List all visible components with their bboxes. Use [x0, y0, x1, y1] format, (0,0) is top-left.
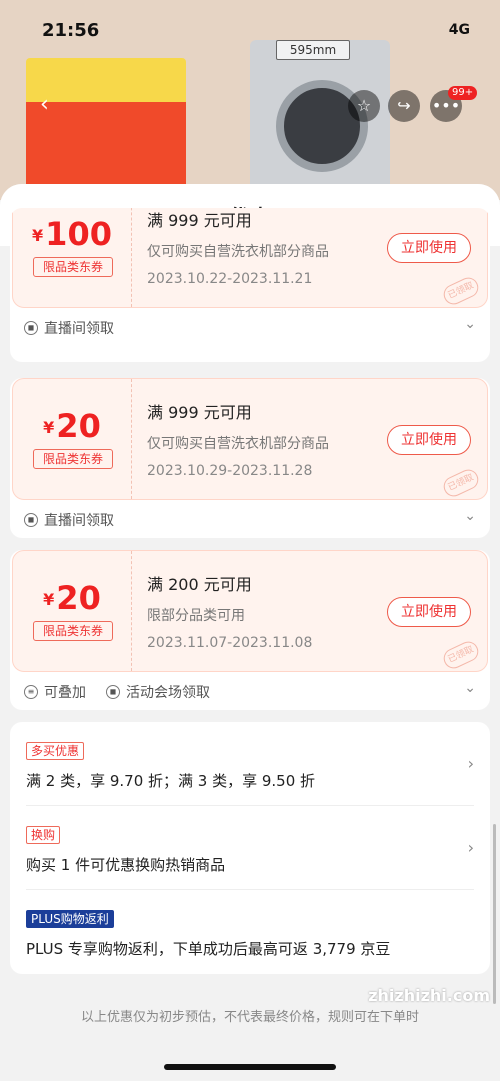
claimed-stamp: 已领取 [440, 638, 482, 672]
coupon-body: ¥100 限品类东券 满 999 元可用 仅可购买自营洗衣机部分商品 2023.… [12, 208, 488, 308]
chevron-down-icon[interactable]: ⌄ [464, 680, 476, 696]
coupon-title: 满 999 元可用 [147, 211, 252, 230]
coupon-date: 2023.10.29-2023.11.28 [147, 463, 313, 479]
coupon-desc: 仅可购买自营洗衣机部分商品 [147, 436, 329, 452]
chevron-right-icon[interactable]: › [468, 754, 474, 773]
chevron-right-icon[interactable]: › [468, 838, 474, 857]
stack-icon: ≡ [24, 685, 38, 699]
home-indicator[interactable] [164, 1064, 336, 1070]
coupon-tag: 限品类东券 [33, 621, 113, 641]
coupon-footer[interactable]: ◼ 直播间领取 ⌄ [10, 308, 490, 346]
favorite-star-icon[interactable]: ☆ [348, 90, 380, 122]
coupon-desc: 限部分品类可用 [147, 608, 245, 624]
discount-sheet: 优惠 × ¥100 限品类东券 满 999 元可用 仅可购买自营洗衣机部分商品 … [0, 184, 500, 1081]
coupon-info: 满 999 元可用 仅可购买自营洗衣机部分商品 2023.10.22-2023.… [147, 208, 329, 287]
promo-tag: PLUS购物返利 [26, 910, 114, 928]
promo-text: 满 2 类，享 9.70 折；满 3 类，享 9.50 折 [26, 772, 316, 790]
coupon-left: ¥20 限品类东券 [13, 379, 131, 499]
use-now-button[interactable]: 立即使用 [387, 425, 471, 455]
coupon-title: 满 200 元可用 [147, 575, 252, 594]
coupon-left: ¥100 限品类东券 [13, 208, 131, 307]
coupon-date: 2023.10.22-2023.11.21 [147, 271, 313, 287]
product-banner: 595mm 21:56 4G ‹ ☆ ↪ ••• 99+ [0, 0, 500, 200]
coupon-amount: ¥20 [43, 407, 101, 445]
promo-text: PLUS 专享购物返利，下单成功后最高可返 3,779 京豆 [26, 940, 391, 958]
chevron-down-icon[interactable]: ⌄ [464, 508, 476, 524]
coupon-left: ¥20 限品类东券 [13, 551, 131, 671]
coupon-card: ¥20 限品类东券 满 999 元可用 仅可购买自营洗衣机部分商品 2023.1… [10, 378, 490, 538]
coupon-card: ¥100 限品类东券 满 999 元可用 仅可购买自营洗衣机部分商品 2023.… [10, 208, 490, 362]
promo-row-exchange[interactable]: 换购 购买 1 件可优惠换购热销商品 › [26, 806, 474, 890]
coupon-info: 满 999 元可用 仅可购买自营洗衣机部分商品 2023.10.29-2023.… [147, 399, 329, 479]
chevron-down-icon[interactable]: ⌄ [464, 316, 476, 332]
disclaimer-text: 以上优惠仅为初步预估，不代表最终价格，规则可在下单时 [80, 1010, 419, 1025]
promotions-card: 多买优惠 满 2 类，享 9.70 折；满 3 类，享 9.50 折 › 换购 … [10, 722, 490, 974]
promo-tag: 多买优惠 [26, 742, 85, 760]
claimed-stamp: 已领取 [440, 466, 482, 500]
coupon-card: ¥20 限品类东券 满 200 元可用 限部分品类可用 2023.11.07-2… [10, 550, 490, 710]
claimed-stamp: 已领取 [440, 274, 482, 308]
promo-row-multi-buy[interactable]: 多买优惠 满 2 类，享 9.70 折；满 3 类，享 9.50 折 › [26, 722, 474, 806]
use-now-button[interactable]: 立即使用 [387, 233, 471, 263]
status-network: 4G [448, 22, 470, 38]
back-arrow-icon[interactable]: ‹ [40, 92, 49, 117]
coupon-body: ¥20 限品类东券 满 200 元可用 限部分品类可用 2023.11.07-2… [12, 550, 488, 672]
coupon-desc: 仅可购买自营洗衣机部分商品 [147, 244, 329, 260]
venue-icon: ◼ [106, 685, 120, 699]
watermark: zhizhizhi.com [368, 986, 490, 1005]
coupon-tag: 限品类东券 [33, 257, 113, 277]
coupon-date: 2023.11.07-2023.11.08 [147, 635, 313, 651]
promo-ad [26, 58, 186, 188]
promo-text: 购买 1 件可优惠换购热销商品 [26, 856, 226, 874]
live-icon: ◼ [24, 513, 38, 527]
coupon-body: ¥20 限品类东券 满 999 元可用 仅可购买自营洗衣机部分商品 2023.1… [12, 378, 488, 500]
coupon-footer[interactable]: ◼ 直播间领取 ⌄ [10, 500, 490, 538]
coupon-footer[interactable]: ≡ 可叠加 ◼ 活动会场领取 ⌄ [10, 672, 490, 710]
live-icon: ◼ [24, 321, 38, 335]
status-time: 21:56 [42, 20, 100, 41]
coupon-title: 满 999 元可用 [147, 403, 252, 422]
coupon-tag: 限品类东券 [33, 449, 113, 469]
promo-tag: 换购 [26, 826, 61, 844]
notification-badge: 99+ [448, 86, 478, 100]
coupon-amount: ¥100 [32, 215, 112, 253]
promo-row-plus-rebate: PLUS购物返利 PLUS 专享购物返利，下单成功后最高可返 3,779 京豆 [26, 890, 474, 974]
dimension-label: 595mm [276, 40, 350, 60]
scrollbar[interactable] [493, 824, 496, 1004]
share-icon[interactable]: ↪ [388, 90, 420, 122]
coupon-amount: ¥20 [43, 579, 101, 617]
use-now-button[interactable]: 立即使用 [387, 597, 471, 627]
coupon-info: 满 200 元可用 限部分品类可用 2023.11.07-2023.11.08 [147, 571, 312, 651]
